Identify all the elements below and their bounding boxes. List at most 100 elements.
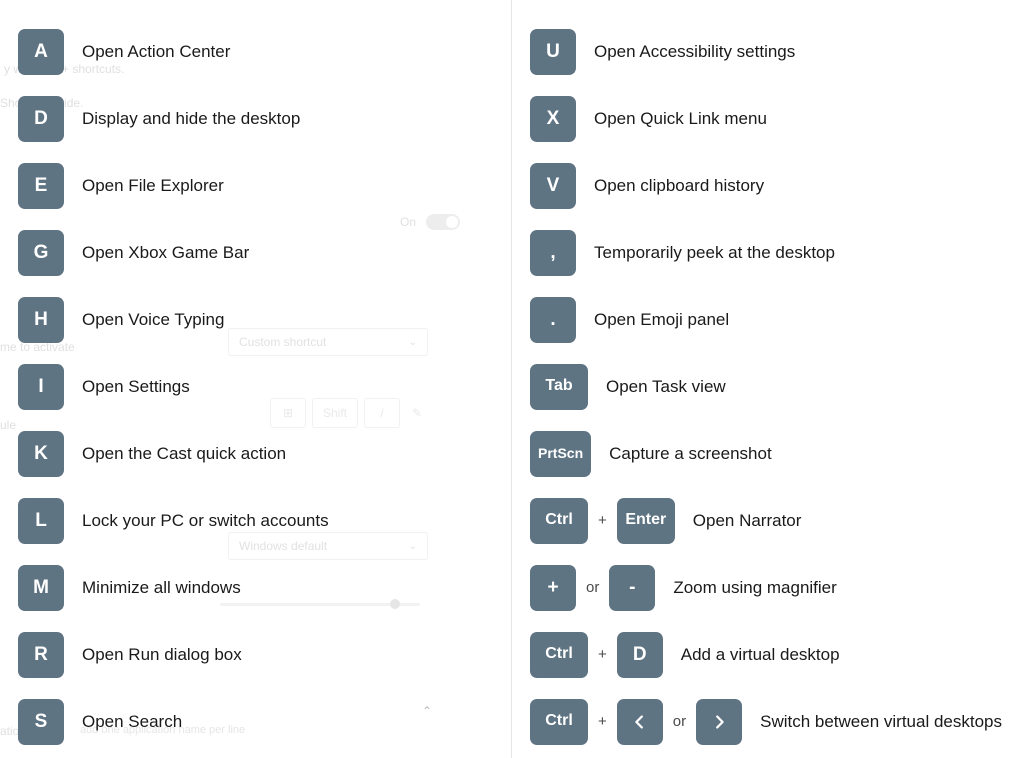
shortcut-description: Open Action Center <box>82 42 230 62</box>
key-group: K <box>18 431 64 477</box>
key-separator: + <box>598 713 607 730</box>
key-group: D <box>18 96 64 142</box>
key-x: X <box>530 96 576 142</box>
shortcut-row: + or-Zoom using magnifier <box>530 554 1006 621</box>
key-: . <box>530 297 576 343</box>
shortcut-description: Add a virtual desktop <box>681 645 840 665</box>
shortcut-description: Minimize all windows <box>82 578 241 598</box>
shortcut-row: E Open File Explorer <box>18 152 493 219</box>
shortcut-row: Ctrl + or Switch between virtual desktops <box>530 688 1006 755</box>
shortcut-row: , Temporarily peek at the desktop <box>530 219 1006 286</box>
key-group: I <box>18 364 64 410</box>
key-m: M <box>18 565 64 611</box>
chevron-right-icon <box>696 699 742 745</box>
shortcut-row: U Open Accessibility settings <box>530 18 1006 85</box>
shortcut-row: Tab Open Task view <box>530 353 1006 420</box>
key-tab: Tab <box>530 364 588 410</box>
key-r: R <box>18 632 64 678</box>
key-group: R <box>18 632 64 678</box>
shortcut-row: HOpen Voice Typing <box>18 286 493 353</box>
shortcut-row: Ctrl + D Add a virtual desktop <box>530 621 1006 688</box>
key-enter: Enter <box>617 498 675 544</box>
key-separator: or <box>586 579 599 596</box>
key-group: M <box>18 565 64 611</box>
shortcut-row: Ctrl + Enter Open Narrator <box>530 487 1006 554</box>
key-h: H <box>18 297 64 343</box>
key-group: E <box>18 163 64 209</box>
shortcut-row: R Open Run dialog box <box>18 621 493 688</box>
key-group: H <box>18 297 64 343</box>
key-group: V <box>530 163 576 209</box>
key-s: S <box>18 699 64 745</box>
key-group: G <box>18 230 64 276</box>
key-group: + or- <box>530 565 655 611</box>
shortcut-row: G Open Xbox Game Bar <box>18 219 493 286</box>
shortcut-description: Zoom using magnifier <box>673 578 836 598</box>
key-prtscn: PrtScn <box>530 431 591 477</box>
key-group: X <box>530 96 576 142</box>
shortcut-description: Lock your PC or switch accounts <box>82 511 329 531</box>
shortcut-description: Open the Cast quick action <box>82 444 286 464</box>
key-group: U <box>530 29 576 75</box>
key-group: PrtScn <box>530 431 591 477</box>
key-group: A <box>18 29 64 75</box>
shortcut-description: Open File Explorer <box>82 176 224 196</box>
shortcut-description: Switch between virtual desktops <box>760 712 1002 732</box>
chevron-left-icon <box>617 699 663 745</box>
key-: - <box>609 565 655 611</box>
key-ctrl: Ctrl <box>530 498 588 544</box>
key-separator: + <box>598 646 607 663</box>
key-group: L <box>18 498 64 544</box>
key-ctrl: Ctrl <box>530 632 588 678</box>
key-i: I <box>18 364 64 410</box>
key-group: Ctrl + D <box>530 632 663 678</box>
key-group: , <box>530 230 576 276</box>
shortcut-row: A Open Action Center <box>18 18 493 85</box>
shortcut-row: X Open Quick Link menu <box>530 85 1006 152</box>
shortcut-description: Open Xbox Game Bar <box>82 243 249 263</box>
shortcut-description: Open Narrator <box>693 511 802 531</box>
shortcut-row: K Open the Cast quick action <box>18 420 493 487</box>
key-u: U <box>530 29 576 75</box>
key-: + <box>530 565 576 611</box>
key-k: K <box>18 431 64 477</box>
shortcut-column-left: A Open Action Center D Display and hide the… <box>0 0 512 758</box>
key-d: D <box>617 632 663 678</box>
key-d: D <box>18 96 64 142</box>
shortcut-row: M Minimize all windows <box>18 554 493 621</box>
key-a: A <box>18 29 64 75</box>
shortcut-description: Display and hide the desktop <box>82 109 300 129</box>
shortcut-row: V Open clipboard history <box>530 152 1006 219</box>
shortcut-description: Temporarily peek at the desktop <box>594 243 835 263</box>
key-ctrl: Ctrl <box>530 699 588 745</box>
key-separator: + <box>598 512 607 529</box>
shortcut-description: Open Task view <box>606 377 726 397</box>
key-separator: or <box>673 713 686 730</box>
key-v: V <box>530 163 576 209</box>
shortcut-description: Open Accessibility settings <box>594 42 795 62</box>
shortcut-row: L Lock your PC or switch accounts <box>18 487 493 554</box>
key-group: Tab <box>530 364 588 410</box>
key-group: Ctrl + Enter <box>530 498 675 544</box>
key-group: Ctrl + or <box>530 699 742 745</box>
shortcut-guide-overlay: A Open Action Center D Display and hide the… <box>0 0 1024 758</box>
shortcut-column-right: U Open Accessibility settings X Open Quick … <box>512 0 1024 758</box>
key-group: S <box>18 699 64 745</box>
shortcut-row: . Open Emoji panel <box>530 286 1006 353</box>
shortcut-description: Open Emoji panel <box>594 310 729 330</box>
shortcut-description: Open clipboard history <box>594 176 764 196</box>
shortcut-description: Open Search <box>82 712 182 732</box>
shortcut-row: D Display and hide the desktop <box>18 85 493 152</box>
shortcut-description: Capture a screenshot <box>609 444 772 464</box>
key-l: L <box>18 498 64 544</box>
shortcut-description: Open Settings <box>82 377 190 397</box>
shortcut-description: Open Quick Link menu <box>594 109 767 129</box>
key-g: G <box>18 230 64 276</box>
shortcut-row: PrtScn Capture a screenshot <box>530 420 1006 487</box>
shortcut-description: Open Run dialog box <box>82 645 242 665</box>
key-e: E <box>18 163 64 209</box>
shortcut-row: I Open Settings <box>18 353 493 420</box>
key-: , <box>530 230 576 276</box>
key-group: . <box>530 297 576 343</box>
shortcut-row: S Open Search <box>18 688 493 755</box>
